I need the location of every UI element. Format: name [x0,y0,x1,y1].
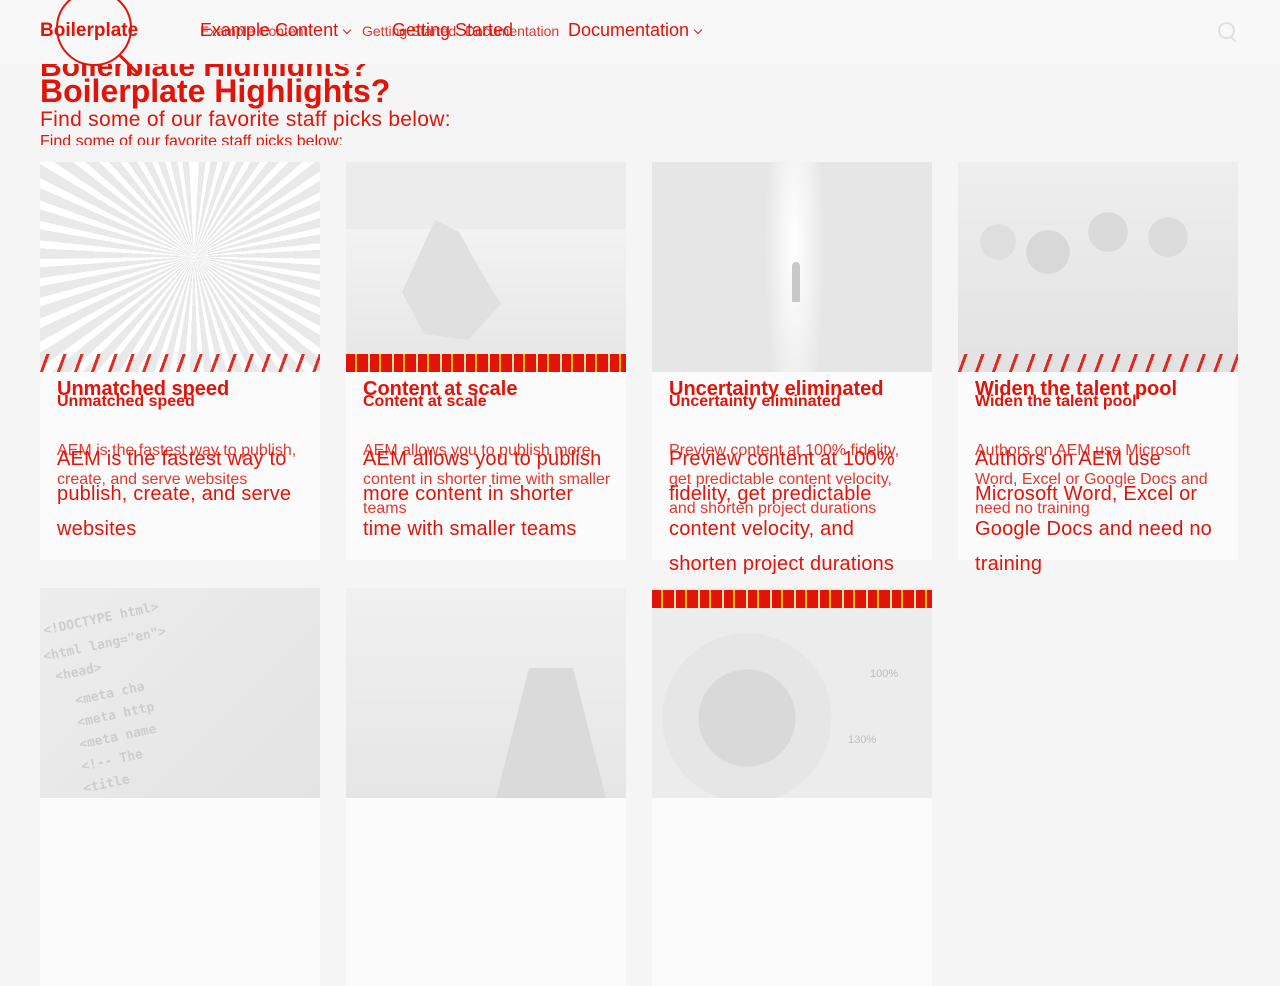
image-artifact [40,354,320,372]
hero-title: Boilerplate Highlights? [40,73,391,109]
nav-item-label: Getting Started [392,20,514,40]
code-line: <title [82,772,132,797]
card-body: Uncertainty eliminated Uncertainty elimi… [669,378,919,582]
site-header: Boilerplate Example Content Getting Star… [0,0,1280,74]
chevron-down-icon [342,25,352,35]
highlight-card-speed[interactable]: Unmatched speed Unmatched speed AEM is t… [40,162,320,560]
highlight-card-rocket[interactable] [346,588,626,986]
hero-subtitle: Find some of our favorite staff picks be… [40,108,451,131]
card-title-ghost: Content at scale [363,393,487,410]
highlight-card-talent[interactable]: Widen the talent pool Widen the talent p… [958,162,1238,575]
highlight-card-certainty[interactable]: Uncertainty eliminated Uncertainty elimi… [652,162,932,575]
code-line: <!-- The [80,746,145,775]
card-body: Unmatched speed Unmatched speed AEM is t… [57,378,307,547]
image-artifact [346,354,626,372]
card-text-ghost: Preview content at 100% fidelity, get pr… [669,442,900,517]
card-image-light-door [652,162,932,372]
card-image-speed-gauge: 100% 130% [652,588,932,798]
card-image-team-meeting [958,162,1238,372]
nav-item-documentation[interactable]: Documentation [568,20,703,41]
card-text-ghost: AEM is the fastest way to publish, creat… [57,442,297,488]
highlight-card-code[interactable]: <!DOCTYPE html> <html lang="en"> <head> … [40,588,320,986]
card-title-ghost: Uncertainty eliminated [669,393,841,410]
card-title-ghost: Widen the talent pool [975,393,1137,410]
image-artifact [958,354,1238,372]
search-button[interactable] [1216,20,1240,44]
nav-item-getting-started[interactable]: Getting Started [392,20,513,41]
card-body: Widen the talent pool Widen the talent p… [975,378,1225,582]
card-text-ghost: Authors on AEM use Microsoft Word, Excel… [975,442,1208,517]
chevron-down-icon [693,25,703,35]
gauge-label: 100% [870,668,899,680]
card-image-iceberg [346,162,626,372]
nav-item-label: Documentation [568,20,690,40]
gauge-label: 130% [848,734,877,746]
card-text-ghost: AEM allows you to publish more content i… [363,442,611,517]
card-title-ghost: Unmatched speed [57,393,195,410]
card-image-html-code: <!DOCTYPE html> <html lang="en"> <head> … [40,588,320,798]
code-line: <head> [54,660,104,685]
card-body: Content at scale Content at scale AEM al… [363,378,613,547]
nav-item-label: Example Content [200,20,339,40]
card-image-light-speed [40,162,320,372]
nav-item-example-content[interactable]: Example Content [200,20,352,41]
card-image-rocket-businessman [346,588,626,798]
image-artifact [652,590,932,608]
search-icon-handle [1230,36,1237,43]
highlight-card-gauge[interactable]: 100% 130% [652,588,932,986]
highlight-card-scale[interactable]: Content at scale Content at scale AEM al… [346,162,626,560]
hero-subtitle-ghost: Find some of our favorite staff picks be… [40,133,343,145]
